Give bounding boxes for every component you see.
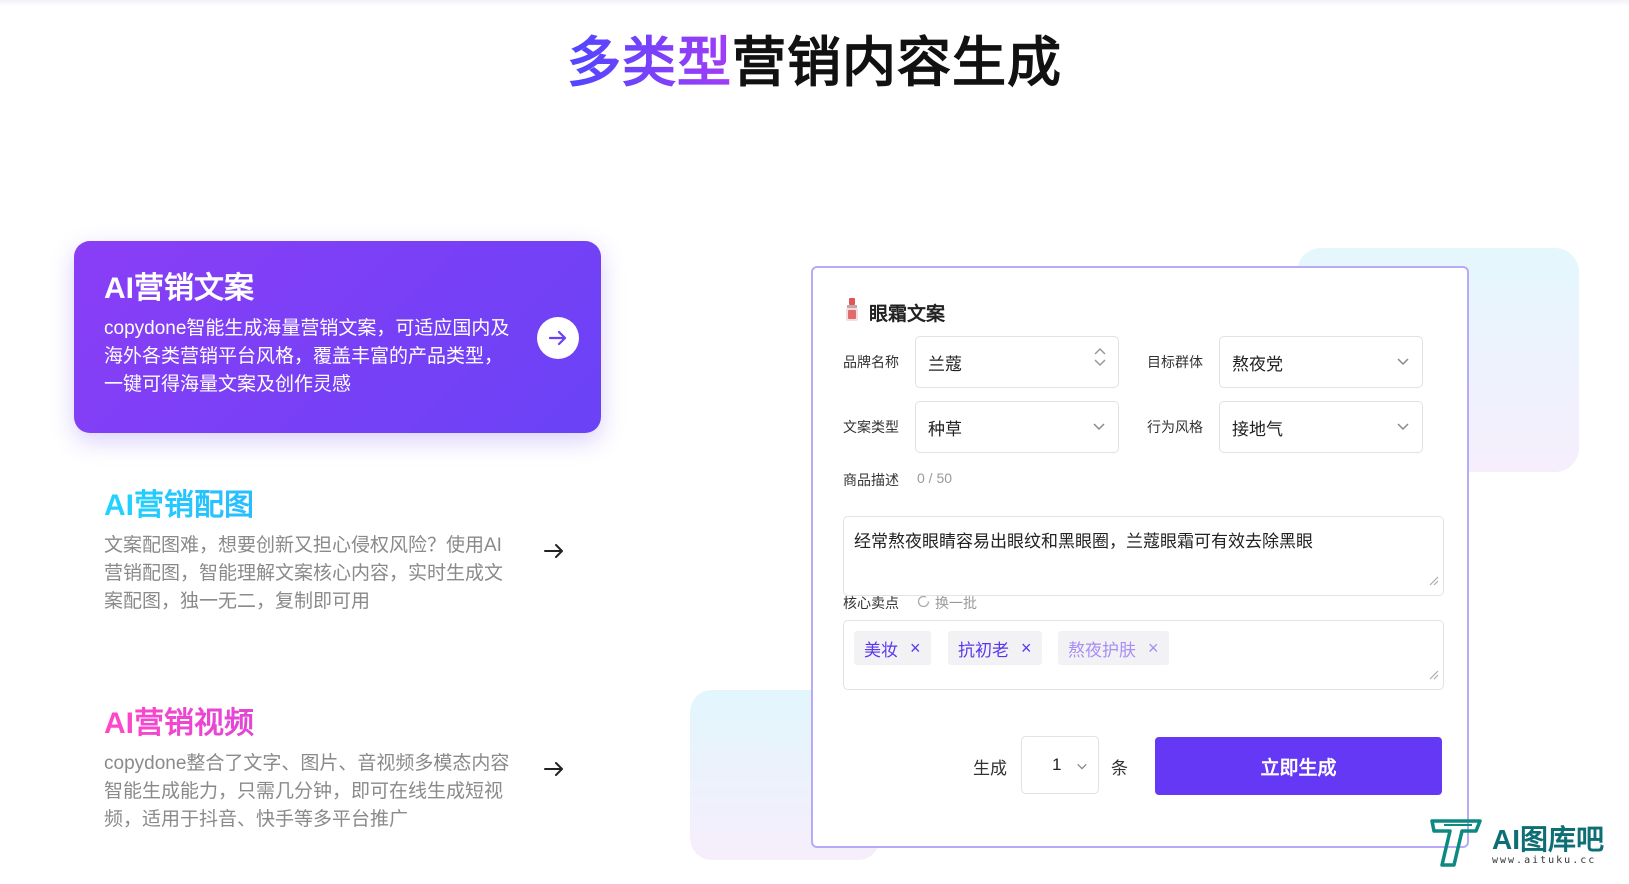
close-icon[interactable]: ×	[1148, 639, 1159, 657]
spinner-icon[interactable]	[1094, 347, 1106, 367]
audience-label: 目标群体	[1147, 354, 1203, 370]
brand-input[interactable]: 兰蔻	[915, 336, 1119, 388]
description-label: 商品描述	[843, 472, 899, 488]
lipstick-icon	[843, 296, 861, 328]
watermark: AI图库吧 www.aituku.cc	[1428, 815, 1604, 876]
tag-item: 熬夜护肤 ×	[1058, 631, 1169, 665]
chevron-down-icon	[1396, 353, 1410, 373]
tag-item: 抗初老 ×	[948, 631, 1042, 665]
character-counter: 0 / 50	[917, 470, 953, 486]
feature-title: AI营销配图	[104, 484, 571, 528]
brand-value: 兰蔻	[928, 354, 962, 374]
close-icon[interactable]: ×	[1021, 639, 1032, 657]
page-title: 多类型营销内容生成	[0, 18, 1629, 97]
panel-title: 眼霜文案	[869, 303, 946, 325]
resize-handle-icon[interactable]	[1429, 667, 1439, 685]
top-shadow	[0, 0, 1629, 6]
selling-points-box[interactable]: 美妆 × 抗初老 × 熬夜护肤 ×	[843, 620, 1444, 690]
tag-label: 抗初老	[958, 640, 1009, 660]
logo-icon	[1428, 815, 1484, 876]
chevron-down-icon	[1076, 757, 1088, 777]
watermark-name: AI图库吧	[1492, 824, 1605, 855]
feature-description: copydone智能生成海量营销文案，可适应国内及海外各类营销平台风格，覆盖丰富…	[104, 318, 510, 395]
resize-handle-icon[interactable]	[1429, 571, 1439, 591]
refresh-button[interactable]: 换一批	[917, 593, 977, 613]
feature-description: 文案配图难，想要创新又担心侵权风险？使用AI营销配图，智能理解文案核心内容，实时…	[104, 535, 504, 612]
feature-card-image[interactable]: AI营销配图 文案配图难，想要创新又担心侵权风险？使用AI营销配图，智能理解文案…	[74, 458, 601, 638]
tag-label: 熬夜护肤	[1068, 640, 1136, 660]
refresh-label: 换一批	[935, 595, 977, 611]
count-value: 1	[1052, 755, 1062, 774]
copy-form-panel: 眼霜文案 品牌名称 兰蔻 目标群体 熬夜党 文案类型 种草 行为风格 接地气 商…	[811, 266, 1469, 848]
copy-type-label: 文案类型	[843, 419, 899, 435]
description-textarea[interactable]: 经常熬夜眼睛容易出眼纹和黑眼圈，兰蔻眼霜可有效去除黑眼	[843, 516, 1444, 596]
description-value: 经常熬夜眼睛容易出眼纹和黑眼圈，兰蔻眼霜可有效去除黑眼	[854, 532, 1313, 551]
feature-title: AI营销文案	[104, 272, 254, 305]
arrow-right-icon[interactable]	[537, 317, 579, 359]
copy-type-value: 种草	[928, 419, 962, 439]
chevron-down-icon	[1092, 418, 1106, 438]
watermark-url: www.aituku.cc	[1492, 855, 1597, 866]
panel-header: 眼霜文案	[843, 296, 945, 328]
feature-card-copywriting[interactable]: AI营销文案 copydone智能生成海量营销文案，可适应国内及海外各类营销平台…	[74, 241, 601, 433]
arrow-right-icon[interactable]	[539, 754, 569, 784]
refresh-icon	[917, 595, 930, 611]
page-title-rest: 营销内容生成	[732, 33, 1062, 93]
arrow-right-icon[interactable]	[539, 536, 569, 566]
generate-now-button[interactable]: 立即生成	[1155, 737, 1442, 795]
audience-select[interactable]: 熬夜党	[1219, 336, 1423, 388]
watermark-text: AI图库吧 www.aituku.cc	[1492, 824, 1605, 867]
close-icon[interactable]: ×	[910, 639, 921, 657]
audience-value: 熬夜党	[1232, 354, 1283, 374]
count-select[interactable]: 1	[1021, 736, 1099, 794]
copy-type-select[interactable]: 种草	[915, 401, 1119, 453]
feature-title: AI营销视频	[104, 702, 571, 746]
style-label: 行为风格	[1147, 419, 1203, 435]
tag-item: 美妆 ×	[854, 631, 931, 665]
chevron-down-icon	[1396, 418, 1410, 438]
brand-label: 品牌名称	[843, 354, 899, 370]
page-title-accent: 多类型	[567, 33, 732, 93]
style-value: 接地气	[1232, 419, 1283, 439]
generate-suffix-label: 条	[1111, 759, 1128, 778]
feature-description: copydone整合了文字、图片、音视频多模态内容智能生成能力，只需几分钟，即可…	[104, 753, 510, 830]
feature-card-video[interactable]: AI营销视频 copydone整合了文字、图片、音视频多模态内容智能生成能力，只…	[74, 676, 601, 856]
tag-label: 美妆	[864, 640, 898, 660]
generate-prefix-label: 生成	[973, 759, 1007, 778]
selling-points-label: 核心卖点	[843, 595, 899, 611]
style-select[interactable]: 接地气	[1219, 401, 1423, 453]
